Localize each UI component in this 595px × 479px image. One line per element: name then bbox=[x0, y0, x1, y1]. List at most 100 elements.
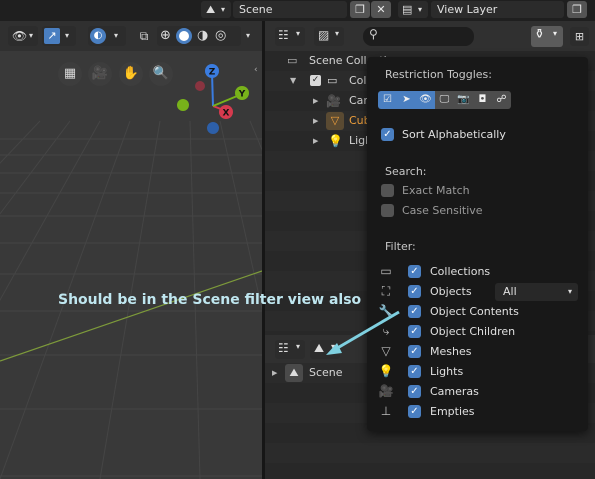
display-mode-button[interactable]: ☷ ▾ bbox=[275, 27, 305, 46]
duplicate-icon: ❐ bbox=[355, 3, 365, 16]
display-mode-button[interactable]: ☷ ▾ bbox=[275, 340, 305, 359]
camera-icon: 📷 bbox=[457, 94, 470, 105]
shading-mode-group: ⊕ ◑ ◎ bbox=[157, 26, 241, 46]
filter-meshes-checkbox[interactable]: ✓ bbox=[408, 345, 421, 358]
scene-name-field[interactable]: Scene bbox=[233, 1, 347, 18]
indirect-only-icon: ☍ bbox=[496, 94, 507, 105]
checkbox-icon[interactable]: ✓ bbox=[310, 75, 321, 86]
expand-arrow-icon[interactable]: ▶ bbox=[272, 363, 277, 383]
pointer-arrow-icon: ➤ bbox=[402, 94, 411, 105]
mesh-triangle-icon: ▽ bbox=[326, 112, 344, 130]
3d-viewport[interactable]: 👁 ▾ ↗ ▾ ◐ ▾ ⧉ ⊕ ◑ ◎ ▾ ▦ 🎥 ✋ 🔍 Z Y X ‹ bbox=[0, 21, 262, 479]
filter-objects-label: Objects bbox=[430, 285, 472, 298]
expand-arrow-icon[interactable]: ▶ bbox=[313, 111, 318, 131]
view-layer-mode-button[interactable]: ▨ ▾ bbox=[314, 27, 344, 46]
filter-object-contents-checkbox[interactable]: ✓ bbox=[408, 305, 421, 318]
scene-icon: ⛰ bbox=[285, 364, 303, 382]
toggle-exclude-checkbox[interactable]: ☑ bbox=[378, 91, 397, 109]
filter-collections-label: Collections bbox=[430, 265, 491, 278]
toggle-perspective-button[interactable]: ▦ bbox=[58, 62, 82, 86]
filter-empties-label: Empties bbox=[430, 405, 475, 418]
outliner-list-icon: ☷ bbox=[278, 28, 289, 42]
xray-toggle-button[interactable]: ⧉ bbox=[134, 26, 154, 46]
row-label: Scene bbox=[309, 366, 343, 379]
toggle-indirect-only[interactable]: ☍ bbox=[492, 91, 511, 109]
filter-object-children-checkbox[interactable]: ✓ bbox=[408, 325, 421, 338]
chevron-down-icon: ▾ bbox=[296, 29, 301, 38]
mesh-triangle-icon: ▽ bbox=[381, 344, 391, 358]
delete-scene-button[interactable]: ✕ bbox=[371, 1, 391, 18]
camera-icon: 🎥 bbox=[378, 384, 394, 398]
rendered-shading-icon[interactable]: ◎ bbox=[215, 28, 226, 43]
outliner-header: ☷ ▾ ▨ ▾ ⚲ ⚱ ▾ ⊞ bbox=[265, 21, 595, 51]
sidebar-toggle-icon[interactable]: ‹ bbox=[254, 65, 258, 75]
outliner-list-icon: ☷ bbox=[278, 341, 289, 355]
overlay-circles-icon: ◐ bbox=[90, 28, 106, 44]
monitor-icon: 🖵 bbox=[439, 94, 450, 105]
light-bulb-icon: 💡 bbox=[378, 364, 394, 378]
grid-icon: ▦ bbox=[63, 66, 77, 81]
restriction-toggles-heading: Restriction Toggles: bbox=[385, 68, 492, 81]
eye-icon: 👁 bbox=[419, 94, 432, 105]
close-icon: ✕ bbox=[376, 3, 386, 16]
wireframe-shading-icon[interactable]: ⊕ bbox=[160, 28, 171, 43]
new-view-layer-button[interactable]: ❐ bbox=[567, 1, 587, 18]
hand-icon: ✋ bbox=[122, 66, 140, 81]
toggle-hide-in-viewport[interactable]: 👁 bbox=[416, 91, 435, 109]
gizmo-arrows-icon: ↗ bbox=[44, 28, 60, 44]
children-icon: ⤷ bbox=[382, 324, 390, 338]
filter-popup: Restriction Toggles: ☑ ➤ 👁 🖵 📷 ◘ ☍ ✓ Sor… bbox=[367, 57, 588, 431]
scene-selector-button[interactable]: ⛰ ▾ bbox=[201, 1, 231, 18]
case-sensitive-checkbox[interactable] bbox=[381, 204, 394, 217]
expand-arrow-icon[interactable]: ▼ bbox=[290, 71, 296, 91]
overlays-button[interactable]: ◐ ▾ bbox=[88, 26, 126, 46]
view-layer-name-field[interactable]: View Layer bbox=[431, 1, 564, 18]
x-axis-label: X bbox=[223, 109, 230, 119]
filter-heading: Filter: bbox=[385, 240, 416, 253]
camera-icon: 🎥 bbox=[326, 94, 341, 108]
toggle-selectable[interactable]: ➤ bbox=[397, 91, 416, 109]
shading-dropdown-button[interactable]: ▾ bbox=[242, 26, 254, 46]
image-icon: ▨ bbox=[318, 28, 330, 42]
view-layer-selector-button[interactable]: ▤ ▾ bbox=[398, 1, 428, 18]
pan-view-button[interactable]: ✋ bbox=[119, 62, 143, 86]
exact-match-checkbox[interactable] bbox=[381, 184, 394, 197]
filter-collections-checkbox[interactable]: ✓ bbox=[408, 265, 421, 278]
toggle-disable-in-viewports[interactable]: 🖵 bbox=[435, 91, 454, 109]
solid-shading-button[interactable] bbox=[176, 28, 192, 44]
magnify-icon: 🔍 bbox=[152, 66, 170, 81]
filter-cameras-checkbox[interactable]: ✓ bbox=[408, 385, 421, 398]
chevron-down-icon: ▾ bbox=[553, 29, 558, 38]
expand-arrow-icon[interactable]: ▶ bbox=[313, 131, 318, 151]
scene-mode-button[interactable]: ⛰ ▾ bbox=[310, 340, 340, 359]
object-bounds-icon: ⛶ bbox=[381, 284, 391, 298]
objects-filter-select[interactable]: All ▾ bbox=[495, 283, 578, 301]
transform-orientation-button[interactable]: ↗ ▾ bbox=[42, 26, 76, 46]
duplicate-icon: ❐ bbox=[572, 3, 582, 16]
new-scene-button[interactable]: ❐ bbox=[350, 1, 370, 18]
camera-view-button[interactable]: 🎥 bbox=[88, 62, 112, 86]
sort-alphabetically-checkbox[interactable]: ✓ bbox=[381, 128, 394, 141]
chevron-down-icon: ▾ bbox=[245, 31, 250, 40]
search-icon: ⚲ bbox=[369, 27, 378, 41]
filter-empties-checkbox[interactable]: ✓ bbox=[408, 405, 421, 418]
toggle-holdout[interactable]: ◘ bbox=[473, 91, 492, 109]
new-collection-icon: ⊞ bbox=[574, 30, 585, 43]
collection-box-icon: ▭ bbox=[327, 74, 338, 87]
toggle-disable-in-renders[interactable]: 📷 bbox=[454, 91, 473, 109]
new-collection-button[interactable]: ⊞ bbox=[570, 27, 589, 46]
material-shading-icon[interactable]: ◑ bbox=[197, 28, 208, 43]
filter-objects-checkbox[interactable]: ✓ bbox=[408, 285, 421, 298]
annotation-text: Should be in the Scene filter view also bbox=[58, 292, 362, 308]
case-sensitive-label: Case Sensitive bbox=[402, 204, 483, 217]
filter-funnel-icon: ⚱ bbox=[534, 27, 545, 42]
object-mode-button[interactable]: 👁 ▾ bbox=[8, 26, 38, 46]
x-axis-line bbox=[0, 270, 262, 362]
filter-lights-checkbox[interactable]: ✓ bbox=[408, 365, 421, 378]
filter-object-children-label: Object Children bbox=[430, 325, 516, 338]
expand-arrow-icon[interactable]: ▶ bbox=[313, 91, 318, 111]
filter-button[interactable]: ⚱ ▾ bbox=[531, 26, 563, 47]
search-input[interactable]: ⚲ bbox=[363, 27, 474, 46]
negative-z-axis-dot bbox=[207, 122, 219, 134]
navigation-gizmo[interactable]: Z Y X bbox=[168, 61, 258, 151]
